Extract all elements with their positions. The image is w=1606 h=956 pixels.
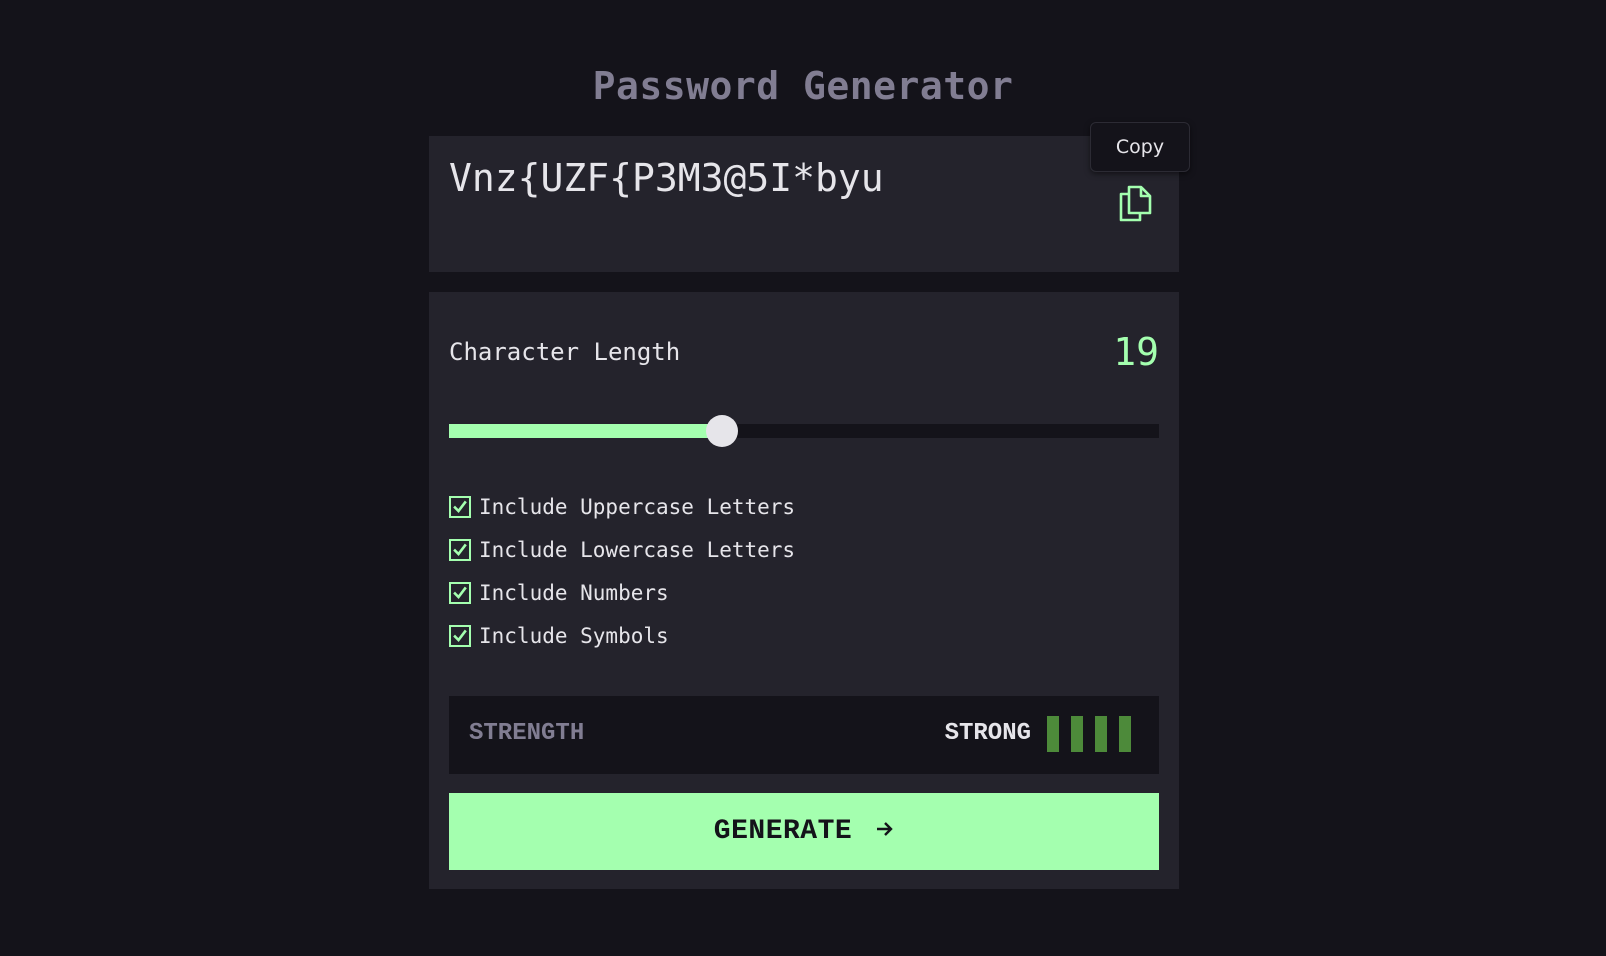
numbers-checkbox[interactable] — [449, 582, 471, 604]
option-uppercase[interactable]: Include Uppercase Letters — [449, 494, 795, 520]
checkmark-icon — [453, 586, 467, 599]
strength-bars — [1047, 716, 1143, 752]
lowercase-checkbox[interactable] — [449, 539, 471, 561]
settings-panel: Character Length 19 Include Uppercase Le… — [429, 292, 1179, 889]
slider-fill — [449, 424, 723, 438]
character-length-value: 19 — [1113, 330, 1159, 374]
character-length-slider[interactable] — [449, 415, 1159, 447]
option-numbers[interactable]: Include Numbers — [449, 580, 669, 606]
symbols-label: Include Symbols — [479, 624, 669, 648]
strength-bar — [1071, 716, 1083, 752]
numbers-label: Include Numbers — [479, 581, 669, 605]
uppercase-checkbox[interactable] — [449, 496, 471, 518]
slider-thumb[interactable] — [706, 415, 739, 447]
strength-bar — [1119, 716, 1131, 752]
lowercase-label: Include Lowercase Letters — [479, 538, 796, 562]
arrow-right-icon — [876, 821, 894, 842]
checkmark-icon — [453, 629, 467, 642]
copy-icon[interactable] — [1116, 183, 1154, 223]
character-length-label: Character Length — [449, 338, 681, 366]
password-output[interactable]: Vnz{UZF{P3M3@5I*byu — [449, 156, 884, 200]
strength-label: STRENGTH — [469, 720, 585, 747]
checkmark-icon — [453, 500, 467, 513]
page-title: Password Generator — [592, 64, 1014, 108]
strength-bar — [1095, 716, 1107, 752]
generate-button[interactable]: GENERATE — [449, 793, 1159, 870]
symbols-checkbox[interactable] — [449, 625, 471, 647]
option-lowercase[interactable]: Include Lowercase Letters — [449, 537, 795, 563]
strength-bar — [1047, 716, 1059, 752]
checkmark-icon — [453, 543, 467, 556]
copy-tooltip: Copy — [1090, 122, 1190, 172]
password-display: Vnz{UZF{P3M3@5I*byu — [429, 136, 1179, 272]
generate-label: GENERATE — [713, 816, 853, 847]
uppercase-label: Include Uppercase Letters — [479, 495, 796, 519]
password-generator-page: Password Generator Vnz{UZF{P3M3@5I*byu C… — [0, 0, 1606, 956]
strength-value: STRONG — [944, 720, 1031, 747]
option-symbols[interactable]: Include Symbols — [449, 623, 669, 649]
strength-meter: STRENGTH STRONG — [449, 696, 1159, 774]
